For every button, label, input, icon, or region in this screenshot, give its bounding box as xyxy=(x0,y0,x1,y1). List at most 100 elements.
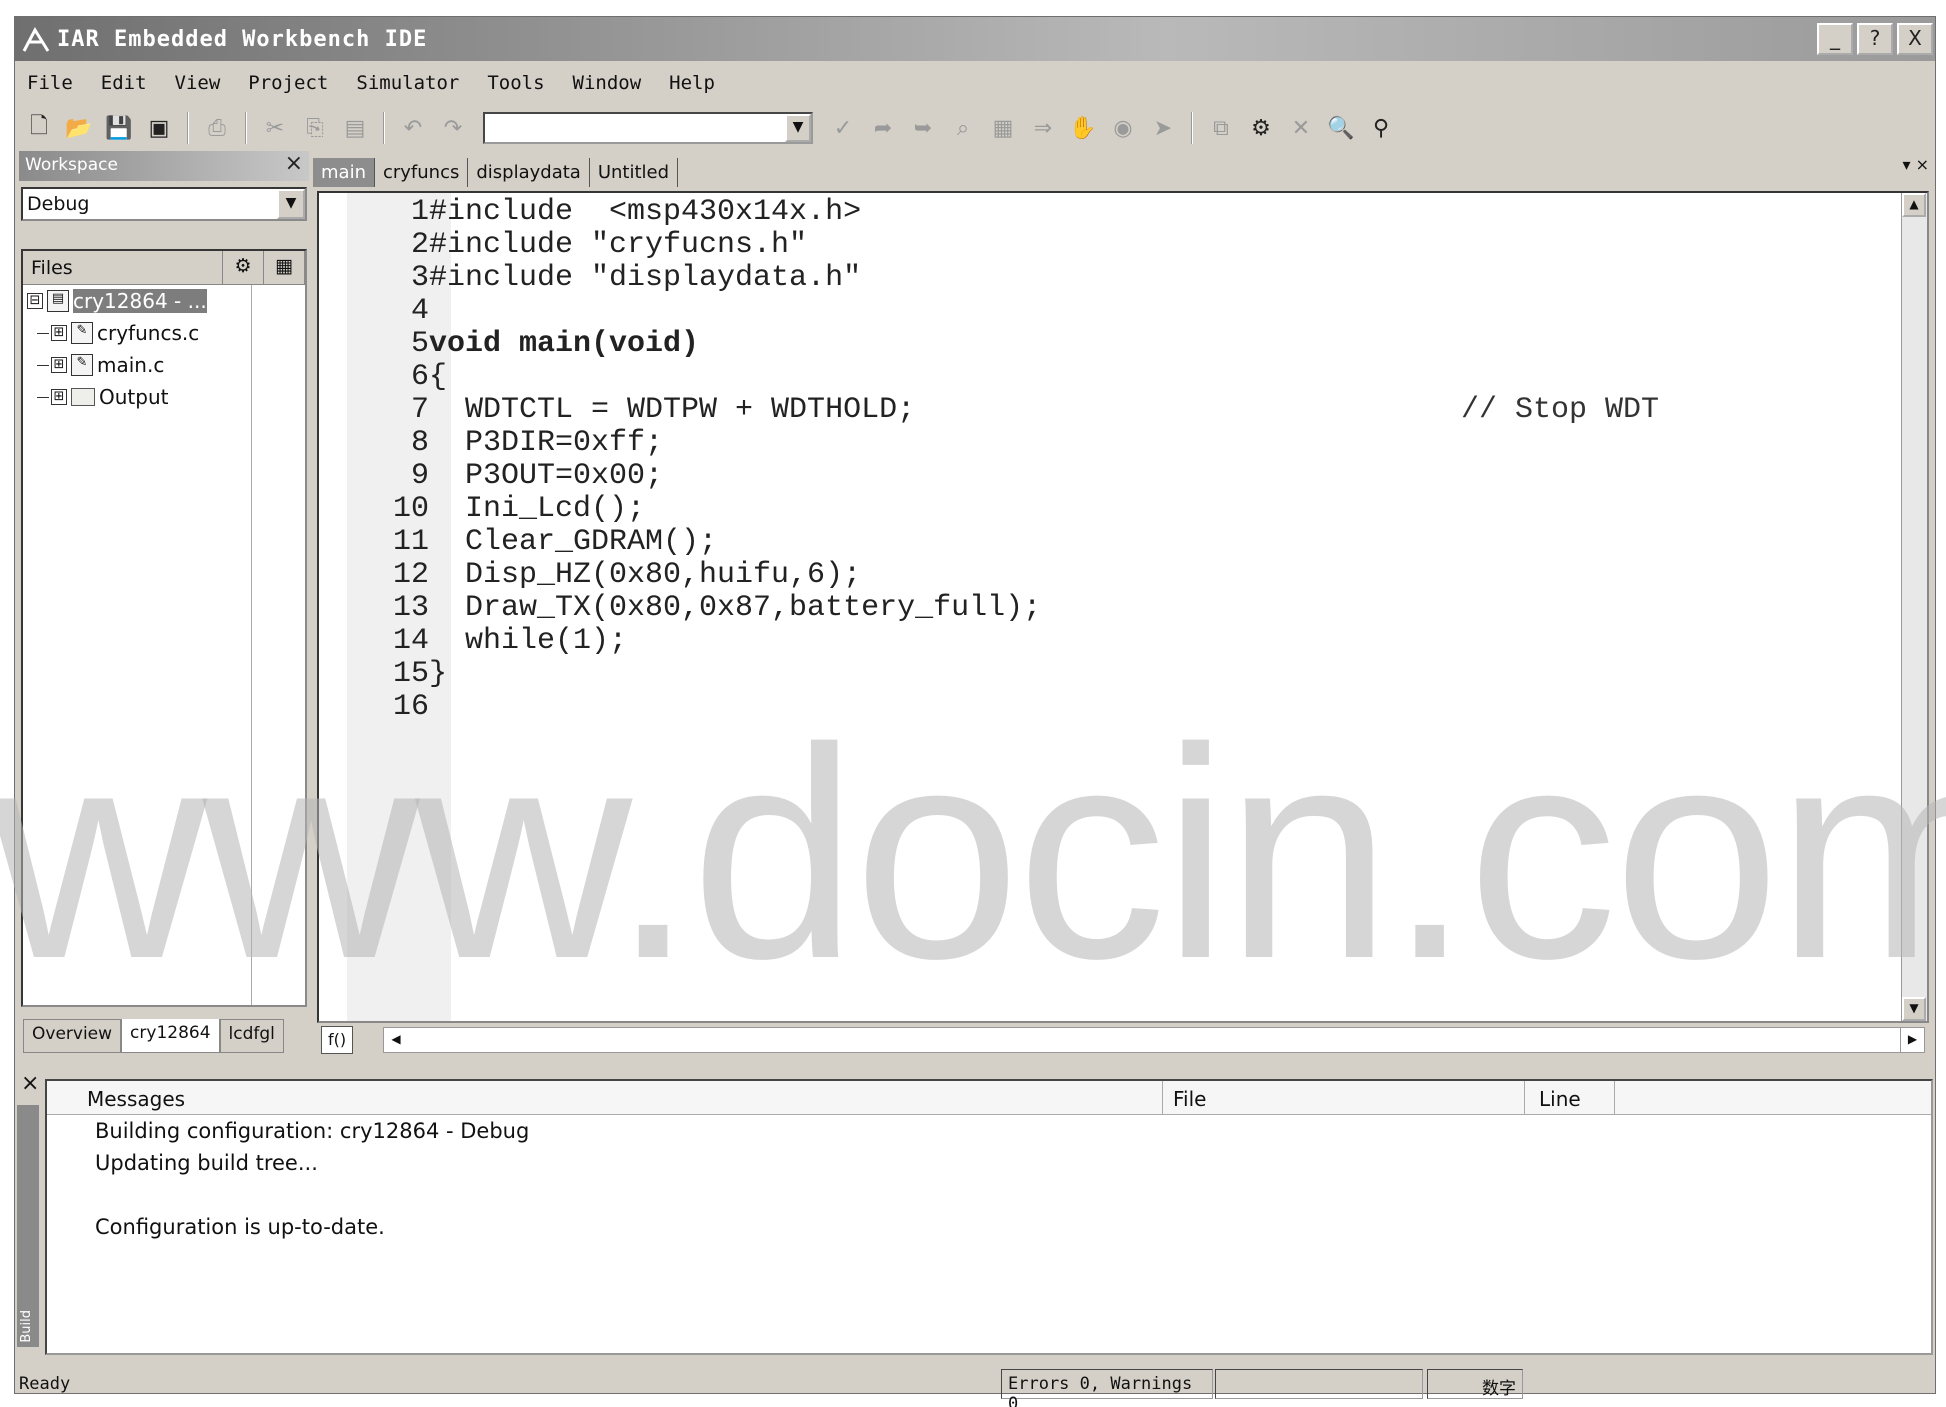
make-and-debug-icon[interactable]: ⚙ xyxy=(1245,112,1277,144)
chevron-down-icon[interactable]: ▼ xyxy=(785,114,811,142)
scroll-up-icon[interactable]: ▲ xyxy=(1902,193,1926,217)
tree-connector xyxy=(37,332,49,334)
next-bookmark-icon[interactable]: ➥ xyxy=(907,112,939,144)
cut-icon[interactable]: ✂ xyxy=(259,112,291,144)
folder-icon xyxy=(71,388,95,406)
menu-tools[interactable]: Tools xyxy=(483,70,548,96)
find-combo[interactable]: ▼ xyxy=(483,112,813,144)
messages-list[interactable]: Messages File Line Building configuratio… xyxy=(45,1079,1933,1355)
line-column-header[interactable]: Line xyxy=(1525,1081,1615,1114)
tab-cry12864[interactable]: cry12864 xyxy=(121,1019,220,1053)
toolbar-separator xyxy=(245,112,247,144)
tab-lcdfgl[interactable]: lcdfgl xyxy=(219,1019,284,1053)
code-text: while(1); xyxy=(429,624,628,658)
close-icon[interactable]: × xyxy=(21,1071,39,1096)
scroll-right-icon[interactable]: ▶ xyxy=(1900,1028,1924,1052)
workspace-tabs: Overview cry12864 lcdfgl xyxy=(23,1019,284,1053)
expand-icon[interactable]: ⊞ xyxy=(51,357,67,373)
go-to-bookmark-icon[interactable]: ➦ xyxy=(867,112,899,144)
tree-item-label: cry12864 - ... xyxy=(73,289,207,313)
function-navigator-button[interactable]: f() xyxy=(321,1026,353,1054)
tab-scroll-close-icon[interactable]: ▾ × xyxy=(1902,155,1929,174)
expand-icon[interactable]: ⊞ xyxy=(51,325,67,341)
print-icon[interactable]: ⎙ xyxy=(201,112,233,144)
build-status-icon[interactable]: ⚙ xyxy=(223,251,264,284)
messages-column-header[interactable]: Messages xyxy=(47,1081,1163,1114)
debug-without-download-icon[interactable]: ✕ xyxy=(1285,112,1317,144)
menu-edit[interactable]: Edit xyxy=(97,70,151,96)
collapse-icon[interactable]: ⊟ xyxy=(27,293,43,309)
title-bar: IAR Embedded Workbench IDE _ ? X xyxy=(15,17,1935,61)
close-icon[interactable]: × xyxy=(285,151,303,176)
new-file-icon[interactable]: 🗋 xyxy=(23,112,55,144)
menu-file[interactable]: File xyxy=(23,70,77,96)
workspace-header: Workspace × xyxy=(19,151,309,181)
message-row[interactable] xyxy=(47,1179,1931,1211)
line-number: 15 xyxy=(392,657,429,691)
code-text: WDTCTL = WDTPW + WDTHOLD; xyxy=(429,393,916,427)
line-number: 10 xyxy=(392,492,429,526)
vertical-scrollbar[interactable]: ▲ ▼ xyxy=(1901,193,1927,1021)
copy-icon[interactable]: ⎘ xyxy=(299,112,331,144)
message-row[interactable]: Building configuration: cry12864 - Debug xyxy=(47,1115,1931,1147)
scroll-down-icon[interactable]: ▼ xyxy=(1902,997,1926,1021)
code-text: Draw_TX(0x80,0x87,battery_full); xyxy=(429,591,1042,625)
tree-item-main[interactable]: ⊞ ✎ main.c xyxy=(23,349,305,381)
make-icon[interactable]: ⇒ xyxy=(1027,112,1059,144)
options-icon[interactable]: ▦ xyxy=(264,251,305,284)
code-editor[interactable]: 1#include <msp430x14x.h> 2#include "cryf… xyxy=(317,191,1929,1023)
line-number: 12 xyxy=(392,558,429,592)
code-line: 11 Clear_GDRAM(); xyxy=(319,525,717,559)
toggle-bookmark-icon[interactable]: ✓ xyxy=(827,112,859,144)
chevron-down-icon[interactable]: ▼ xyxy=(277,189,305,219)
menu-view[interactable]: View xyxy=(171,70,225,96)
horizontal-scrollbar[interactable]: ◀ ▶ xyxy=(383,1027,1925,1053)
file-tree-header: Files ⚙ ▦ xyxy=(23,251,305,285)
tab-overview[interactable]: Overview xyxy=(23,1019,122,1053)
line-number: 6 xyxy=(410,360,429,394)
expand-icon[interactable]: ⊞ xyxy=(51,389,67,405)
tab-untitled[interactable]: Untitled xyxy=(589,158,679,187)
undo-icon[interactable]: ↶ xyxy=(397,112,429,144)
menu-project[interactable]: Project xyxy=(244,70,332,96)
minimize-button[interactable]: _ xyxy=(1817,23,1853,55)
save-icon[interactable]: 💾 xyxy=(103,112,135,144)
scroll-left-icon[interactable]: ◀ xyxy=(384,1028,408,1052)
close-window-button[interactable]: X xyxy=(1897,23,1933,55)
code-text: P3DIR=0xff; xyxy=(429,426,664,460)
menu-window[interactable]: Window xyxy=(569,70,646,96)
paste-icon[interactable]: ▤ xyxy=(339,112,371,144)
line-number: 2 xyxy=(410,228,429,262)
window-title: IAR Embedded Workbench IDE xyxy=(57,26,428,52)
tab-displaydata[interactable]: displaydata xyxy=(468,158,590,187)
redo-icon[interactable]: ↷ xyxy=(437,112,469,144)
configuration-select[interactable]: Debug ▼ xyxy=(21,187,307,221)
build-tab[interactable]: Build xyxy=(17,1105,39,1347)
tab-main[interactable]: main xyxy=(313,158,375,187)
message-row[interactable]: Updating build tree... xyxy=(47,1147,1931,1179)
menu-help[interactable]: Help xyxy=(665,70,719,96)
open-icon[interactable]: 📂 xyxy=(63,112,95,144)
tree-item-project[interactable]: ⊟ ▤ cry12864 - ... ✔ xyxy=(23,285,305,317)
file-column-header[interactable]: File xyxy=(1163,1081,1525,1114)
settings-icon[interactable]: ⚲ xyxy=(1365,112,1397,144)
tab-cryfuncs[interactable]: cryfuncs xyxy=(374,158,469,187)
debugger-icon[interactable]: 🔍 xyxy=(1325,112,1357,144)
toggle-breakpoint-icon[interactable]: ◉ xyxy=(1107,112,1139,144)
message-row[interactable]: Configuration is up-to-date. xyxy=(47,1211,1931,1243)
tree-connector xyxy=(37,396,49,398)
code-text: #include "cryfucns.h" xyxy=(429,228,808,262)
go-to-icon[interactable]: ➤ xyxy=(1147,112,1179,144)
menu-simulator[interactable]: Simulator xyxy=(352,70,463,96)
tree-item-output[interactable]: ⊞ Output xyxy=(23,381,305,413)
iar-app-icon xyxy=(21,24,51,54)
debug-icon[interactable]: ⧉ xyxy=(1205,112,1237,144)
help-button[interactable]: ? xyxy=(1857,23,1893,55)
line-number: 14 xyxy=(392,624,429,658)
compile-icon[interactable]: ▦ xyxy=(987,112,1019,144)
save-all-icon[interactable]: ▣ xyxy=(143,112,175,144)
stop-build-icon[interactable]: ✋ xyxy=(1067,112,1099,144)
find-in-files-icon[interactable]: ⌕ xyxy=(947,112,979,144)
files-column-header[interactable]: Files xyxy=(23,251,223,284)
tree-item-cryfuncs[interactable]: ⊞ ✎ cryfuncs.c xyxy=(23,317,305,349)
